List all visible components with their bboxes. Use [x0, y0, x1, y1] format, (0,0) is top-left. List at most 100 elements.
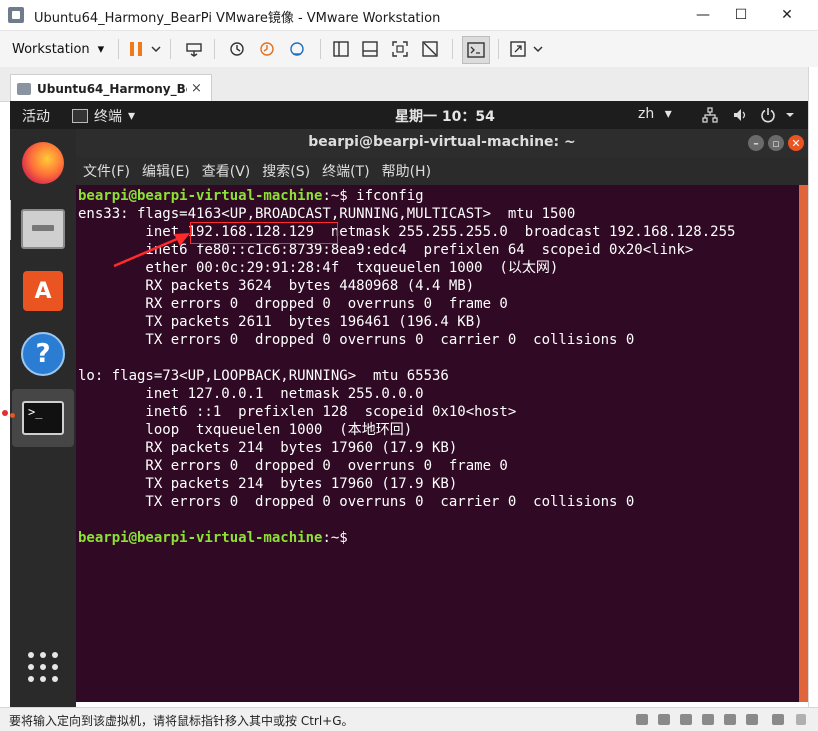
vmware-toolbar: Workstation ▾ — [0, 31, 818, 68]
output-line: inet6 ::1 prefixlen 128 scopeid 0x10<hos… — [78, 404, 517, 420]
app-menu-label: 终端 — [94, 109, 122, 125]
menu-search[interactable]: 搜索(S) — [262, 161, 310, 181]
vm-icon — [17, 82, 31, 95]
terminal-maximize-button[interactable]: ▫ — [768, 135, 784, 151]
stretch-dropdown-icon[interactable] — [532, 40, 544, 58]
console-view-icon[interactable] — [361, 40, 379, 58]
host-notification-dot — [2, 410, 8, 416]
activities-button[interactable]: 活动 — [22, 106, 50, 126]
annotation-arrow-icon — [113, 233, 190, 268]
output-line: TX errors 0 dropped 0 overruns 0 carrier… — [78, 332, 635, 348]
unity-mode-icon[interactable] — [421, 40, 439, 58]
network-icon[interactable] — [702, 107, 718, 123]
system-menu-chevron-icon[interactable] — [784, 107, 796, 123]
output-line: RX errors 0 dropped 0 overruns 0 frame 0 — [78, 458, 508, 474]
revert-snapshot-icon[interactable] — [258, 40, 276, 58]
terminal-menubar: 文件(F) 编辑(E) 查看(V) 搜索(S) 终端(T) 帮助(H) — [76, 157, 808, 185]
terminal-title: bearpi@bearpi-virtual-machine: ~ — [308, 134, 576, 150]
clock[interactable]: 星期一 10：54 — [395, 106, 495, 126]
terminal-scrollbar[interactable] — [799, 185, 808, 702]
tab-close-icon[interactable]: × — [191, 81, 202, 96]
fullscreen-icon[interactable] — [391, 40, 409, 58]
close-button[interactable]: ✕ — [764, 0, 810, 30]
menu-edit[interactable]: 编辑(E) — [142, 161, 190, 181]
active-app-indicator — [10, 413, 15, 418]
output-line: ens33: flags=4163<UP,BROADCAST,RUNNING,M… — [78, 206, 576, 222]
prompt-tail: :~$ — [322, 530, 348, 546]
window-title: Ubuntu64_Harmony_BearPi VMware镜像 - VMwar… — [34, 11, 441, 26]
menu-terminal[interactable]: 终端(T) — [322, 161, 369, 181]
menu-help[interactable]: 帮助(H) — [382, 161, 431, 181]
dock-help[interactable]: ? — [19, 330, 67, 378]
output-line: loop txqueuelen 1000 (本地环回) — [78, 422, 413, 438]
show-applications-button[interactable] — [19, 643, 67, 691]
output-line: TX packets 2611 bytes 196461 (196.4 KB) — [78, 314, 483, 330]
terminal-view-button[interactable] — [462, 36, 490, 64]
vm-tab[interactable]: Ubuntu64_Harmony_Bear... × — [10, 74, 212, 102]
toolbar-divider — [452, 39, 453, 59]
output-line: inet 127.0.0.1 netmask 255.0.0.0 — [78, 386, 424, 402]
terminal-app-icon — [72, 109, 88, 123]
resize-grip-icon[interactable] — [796, 714, 806, 725]
prompt-tail: :~$ — [322, 188, 348, 204]
ubuntu-dock: A ? >_ — [10, 129, 76, 707]
snapshot-manager-icon[interactable] — [288, 40, 306, 58]
output-line: RX packets 3624 bytes 4480968 (4.4 MB) — [78, 278, 475, 294]
vm-tab-label: Ubuntu64_Harmony_Bear... — [37, 81, 187, 96]
output-line: RX packets 214 bytes 17960 (17.9 KB) — [78, 440, 458, 456]
usb-icon[interactable] — [702, 714, 714, 725]
app-menu-button[interactable]: 终端 ▾ — [72, 106, 135, 126]
dock-files[interactable] — [19, 205, 67, 253]
power-icon[interactable] — [760, 107, 776, 123]
printer-icon[interactable] — [746, 714, 758, 725]
terminal-icon — [467, 42, 485, 58]
pause-icon[interactable] — [127, 40, 145, 58]
terminal-minimize-button[interactable]: – — [748, 135, 764, 151]
snapshot-icon[interactable] — [228, 40, 246, 58]
menu-file[interactable]: 文件(F) — [83, 161, 130, 181]
files-icon — [21, 209, 65, 249]
terminal-close-button[interactable]: ✕ — [788, 135, 804, 151]
toolbar-divider — [170, 39, 171, 59]
chevron-down-icon: ▾ — [128, 108, 136, 124]
terminal-titlebar: bearpi@bearpi-virtual-machine: ~ – ▫ ✕ — [76, 129, 808, 157]
prompt-user: bearpi@bearpi-virtual-machine — [78, 530, 323, 546]
host-window-edge — [808, 67, 818, 707]
status-message: 要将输入定向到该虚拟机，请将鼠标指针移入其中或按 Ctrl+G。 — [9, 714, 354, 728]
vm-tab-strip: Ubuntu64_Harmony_Bear... × — [0, 67, 808, 102]
toolbar-divider — [320, 39, 321, 59]
software-center-icon: A — [23, 271, 63, 311]
sound-card-icon[interactable] — [724, 714, 736, 725]
chevron-down-icon: ▾ — [664, 106, 672, 122]
maximize-button[interactable]: ☐ — [718, 0, 764, 30]
dock-terminal[interactable]: >_ — [12, 389, 74, 447]
chevron-down-icon: ▾ — [97, 41, 105, 57]
volume-icon[interactable] — [732, 107, 748, 123]
display-icon[interactable] — [772, 714, 784, 725]
vmware-logo-icon — [8, 7, 24, 23]
stretch-icon[interactable] — [509, 40, 527, 58]
apps-grid-icon — [28, 652, 58, 682]
dock-software[interactable]: A — [19, 267, 67, 315]
help-icon: ? — [21, 332, 65, 376]
pause-dropdown-icon[interactable] — [150, 40, 162, 58]
workstation-label: Workstation — [12, 41, 90, 57]
network-adapter-icon[interactable] — [680, 714, 692, 725]
cd-drive-icon[interactable] — [658, 714, 670, 725]
dock-firefox[interactable] — [19, 139, 67, 187]
menu-view[interactable]: 查看(V) — [202, 161, 251, 181]
vmware-status-bar: 要将输入定向到该虚拟机，请将鼠标指针移入其中或按 Ctrl+G。 — [0, 707, 818, 731]
window-titlebar: Ubuntu64_Harmony_BearPi VMware镜像 - VMwar… — [0, 0, 818, 31]
input-method-button[interactable]: zh ▾ — [638, 106, 672, 122]
hard-disk-icon[interactable] — [636, 714, 648, 725]
workstation-menu-button[interactable]: Workstation ▾ — [12, 38, 104, 60]
output-line: TX errors 0 dropped 0 overruns 0 carrier… — [78, 494, 635, 510]
output-line: RX errors 0 dropped 0 overruns 0 frame 0 — [78, 296, 508, 312]
prompt-user: bearpi@bearpi-virtual-machine — [78, 188, 323, 204]
send-keys-icon[interactable] — [185, 40, 203, 58]
terminal-icon: >_ — [22, 401, 64, 435]
output-line: lo: flags=73<UP,LOOPBACK,RUNNING> mtu 65… — [78, 368, 449, 384]
sidebar-toggle-icon[interactable] — [332, 40, 350, 58]
ubuntu-top-bar: 活动 终端 ▾ 星期一 10：54 zh ▾ — [10, 101, 808, 129]
toolbar-divider — [214, 39, 215, 59]
